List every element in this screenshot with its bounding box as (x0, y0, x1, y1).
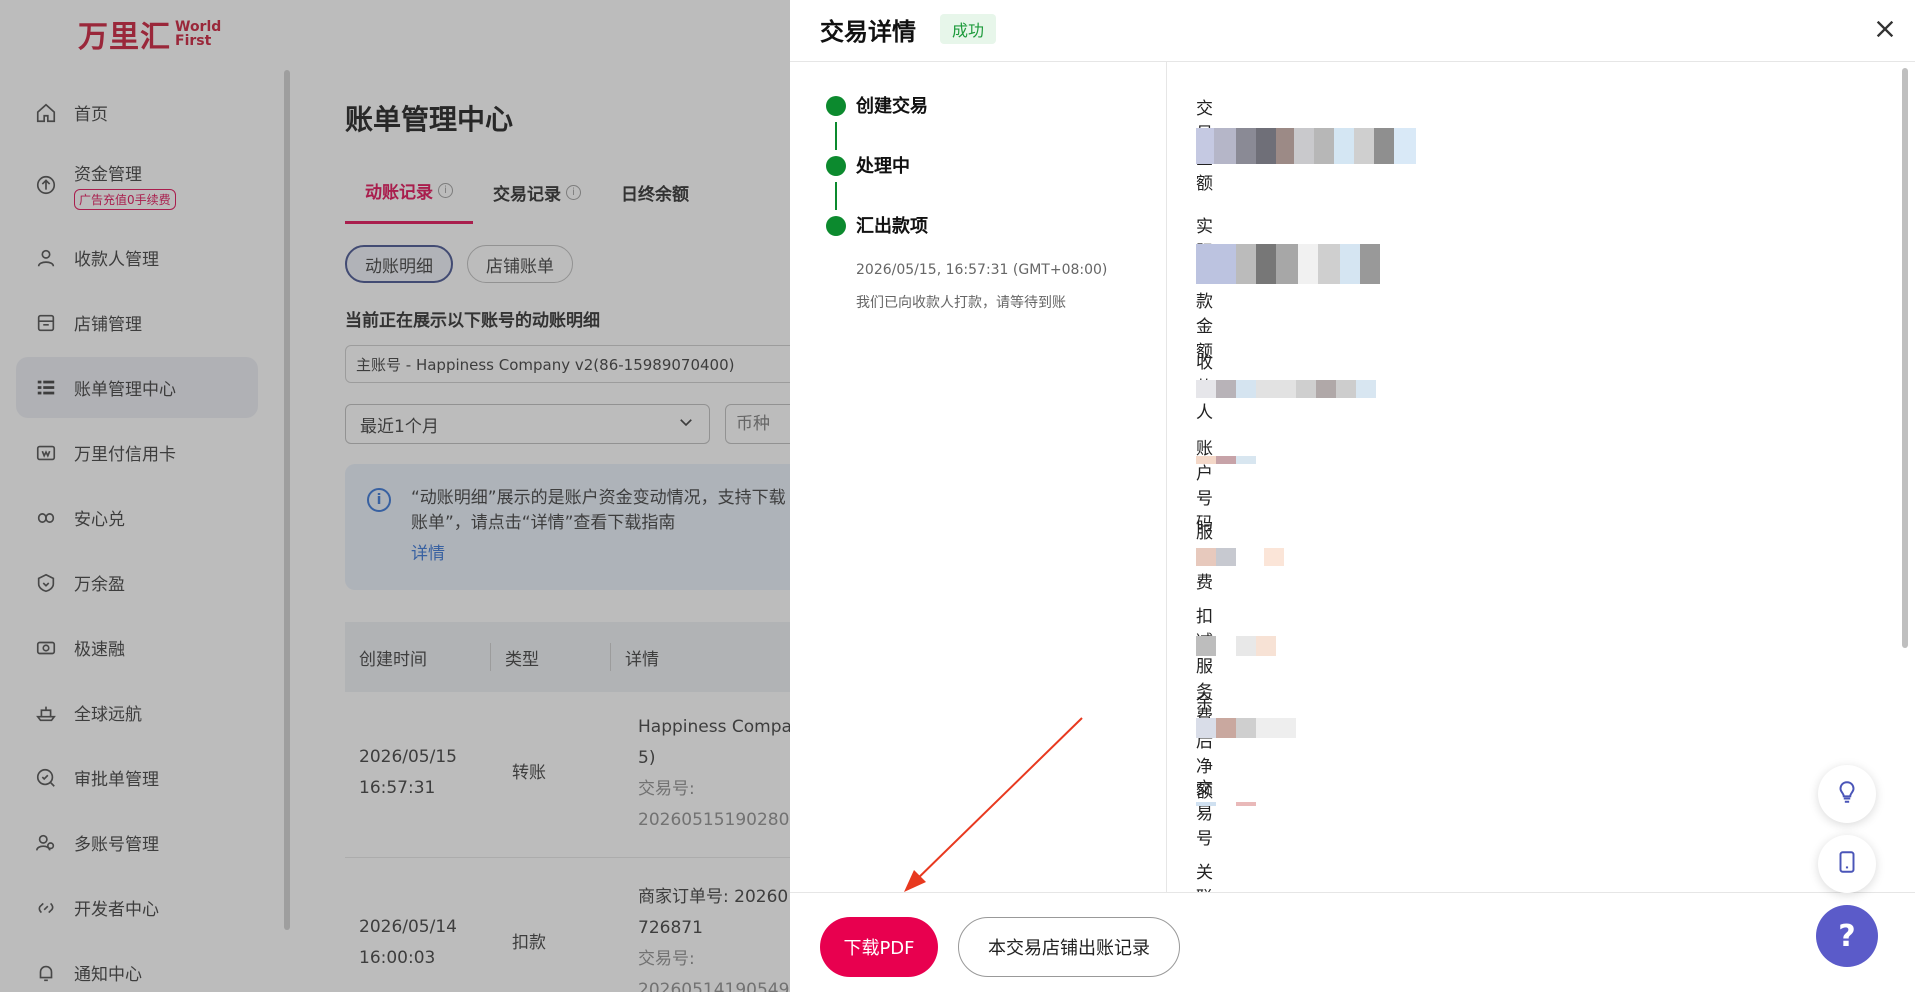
redacted-value (1196, 456, 1276, 464)
phone-icon (1834, 849, 1860, 879)
drawer-divider (1166, 62, 1167, 892)
redacted-value (1196, 718, 1296, 738)
status-badge: 成功 (940, 14, 997, 44)
redacted-value (1196, 244, 1406, 284)
step-label: 汇出款项 (856, 216, 928, 237)
step-dot-icon (826, 96, 846, 116)
close-icon (1874, 18, 1896, 44)
mobile-button[interactable] (1818, 835, 1876, 893)
download-pdf-button[interactable]: 下载PDF (820, 917, 938, 977)
transaction-detail-drawer: 交易详情 成功 创建交易 处理中 汇出款项 2026/05/15, 16:57:… (790, 0, 1915, 992)
timeline-step: 处理中 (826, 152, 1107, 212)
timeline-step: 汇出款项 (826, 212, 1107, 272)
step-connector (835, 122, 837, 150)
step-connector (835, 182, 837, 210)
redacted-value (1196, 802, 1256, 806)
drawer-header: 交易详情 成功 (790, 0, 1915, 62)
lightbulb-icon (1834, 779, 1860, 809)
timeline-step: 创建交易 (826, 92, 1107, 152)
redacted-value (1196, 128, 1416, 164)
modal-overlay[interactable] (0, 0, 790, 992)
redacted-value (1196, 380, 1396, 398)
help-button[interactable]: ? (1816, 905, 1878, 967)
step-label: 处理中 (856, 156, 910, 177)
tips-button[interactable] (1818, 765, 1876, 823)
step-dot-icon (826, 156, 846, 176)
field-label: 实际打款金额 (1196, 217, 1213, 362)
store-records-button[interactable]: 本交易店铺出账记录 (958, 917, 1180, 977)
redacted-value (1196, 548, 1286, 566)
field-actual-amount: 实际打款金额 (1196, 212, 1213, 362)
drawer-footer: 下载PDF 本交易店铺出账记录 (790, 892, 1915, 992)
field-label: 交易号 (1196, 779, 1213, 849)
drawer-title: 交易详情 (820, 18, 916, 46)
step-dot-icon (826, 216, 846, 236)
field-transaction-number: 交易号 (1196, 774, 1213, 849)
close-button[interactable] (1870, 16, 1900, 46)
redacted-value (1196, 636, 1286, 656)
step-label: 创建交易 (856, 96, 928, 117)
drawer-scrollbar[interactable] (1902, 68, 1908, 648)
timeline-description: 我们已向收款人打款，请等待到账 (856, 295, 1066, 311)
status-timeline: 创建交易 处理中 汇出款项 2026/05/15, 16:57:31 (GMT+… (826, 92, 1107, 312)
